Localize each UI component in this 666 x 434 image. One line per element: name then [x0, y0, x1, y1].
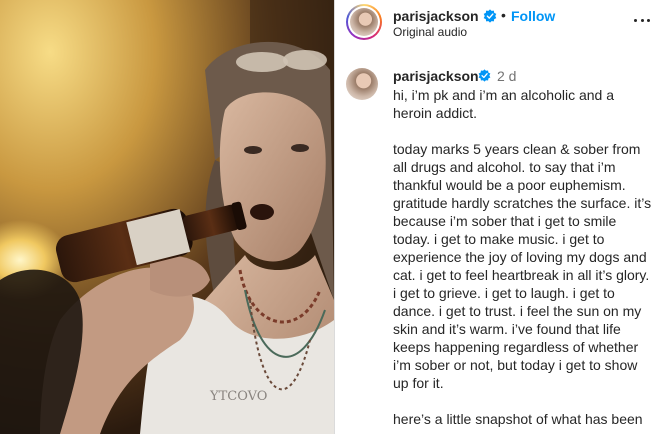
- author-username[interactable]: parisjackson: [393, 8, 479, 24]
- shirt-text: YTCOVO: [209, 389, 267, 404]
- avatar: [350, 8, 378, 36]
- separator-dot: •: [501, 7, 506, 23]
- video-frame: YTCOVO: [0, 0, 334, 434]
- verified-badge-icon: [483, 9, 497, 23]
- caption-username[interactable]: parisjackson: [393, 68, 479, 84]
- post-media-video[interactable]: YTCOVO: [0, 0, 334, 434]
- post-header: parisjackson • Follow Original audio: [335, 0, 666, 44]
- more-horizontal-icon[interactable]: [632, 10, 652, 30]
- verified-badge-icon: [478, 69, 491, 82]
- follow-button[interactable]: Follow: [511, 8, 555, 24]
- avatar[interactable]: [346, 68, 378, 100]
- caption-text: hi, i’m pk and i’m an alcoholic and a he…: [393, 87, 652, 427]
- author-avatar-story-ring[interactable]: [346, 4, 382, 40]
- original-audio-link[interactable]: Original audio: [393, 25, 467, 39]
- caption-timestamp[interactable]: 2 d: [497, 68, 516, 84]
- post-side-panel: parisjackson • Follow Original audio par…: [335, 0, 666, 434]
